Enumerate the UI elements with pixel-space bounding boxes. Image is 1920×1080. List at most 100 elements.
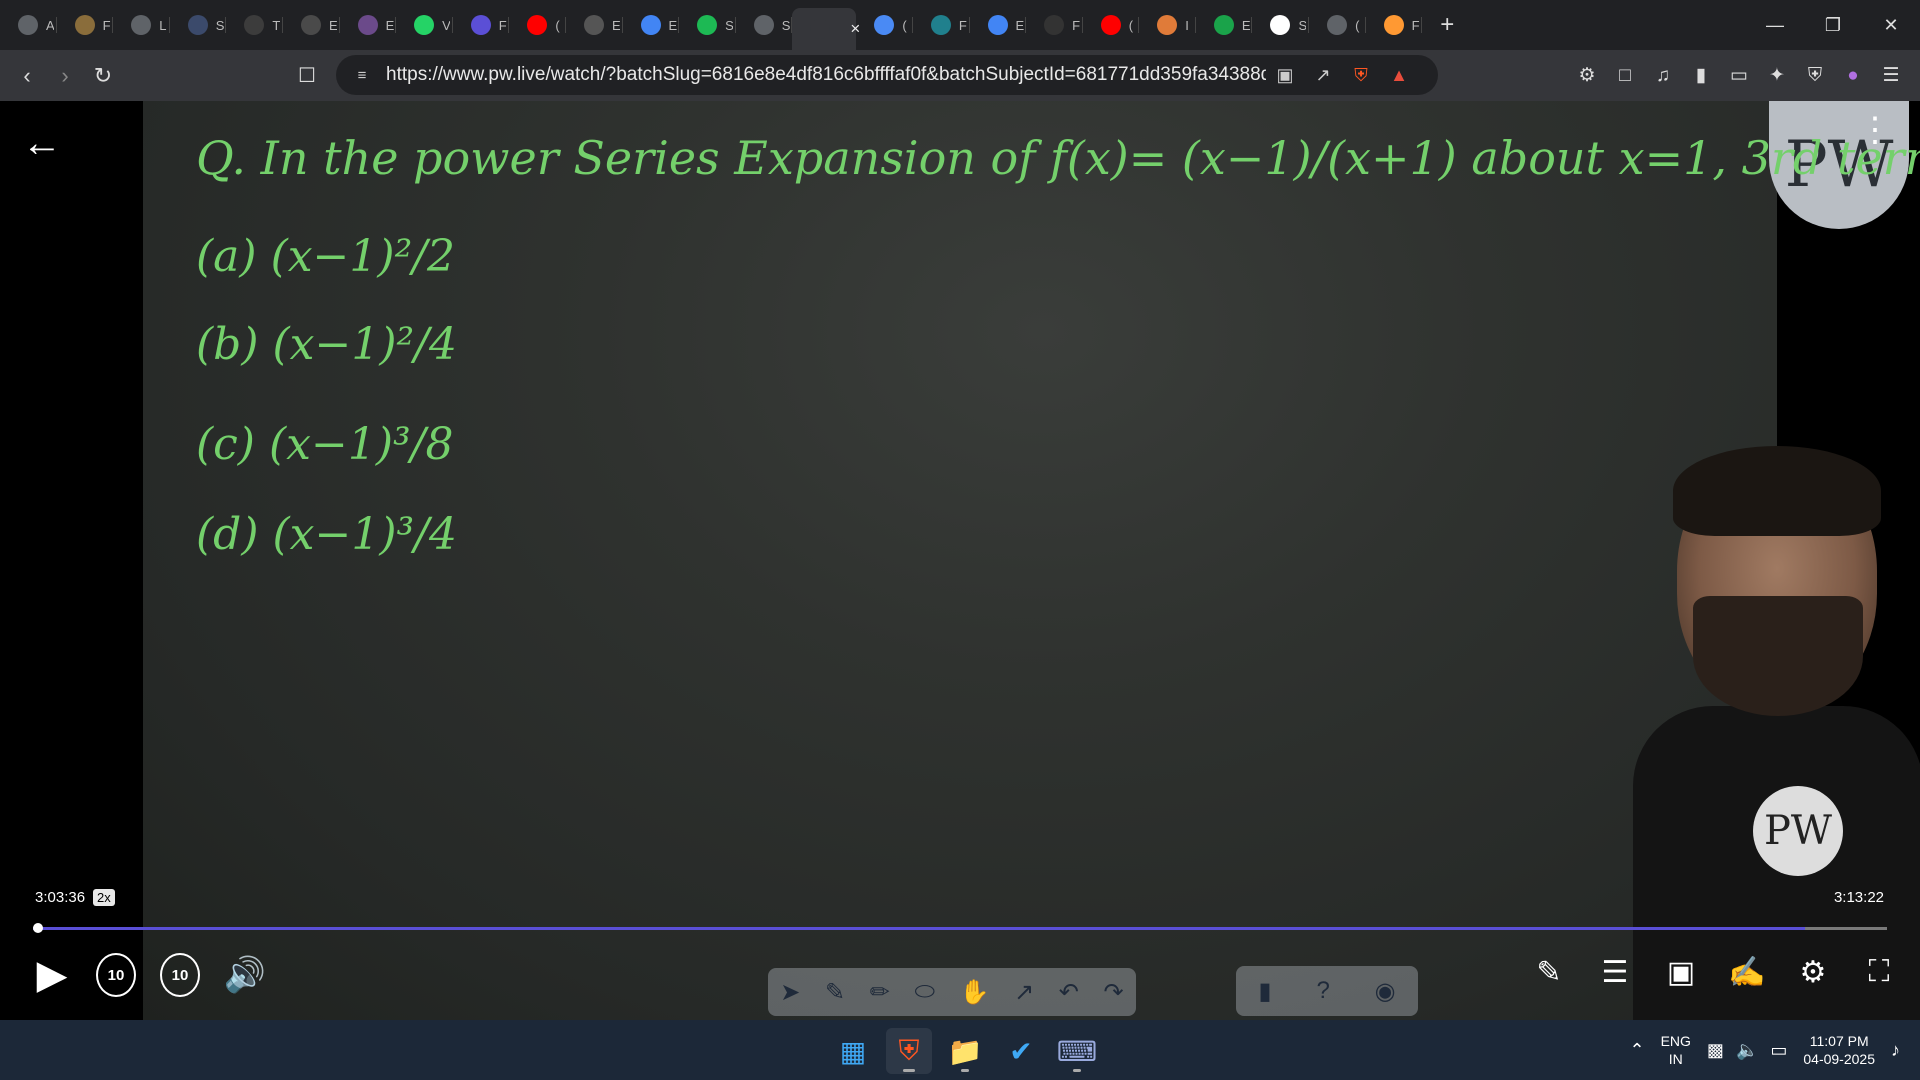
browser-tab[interactable]: A [0, 0, 57, 50]
url-text[interactable]: https://www.pw.live/watch/?batchSlug=681… [386, 64, 1266, 86]
menu-icon[interactable]: ☰ [1872, 64, 1910, 87]
site-info-icon[interactable]: ≡ [352, 67, 372, 84]
browser-tab[interactable]: F [453, 0, 510, 50]
more-options-icon[interactable]: ⋮ [1858, 113, 1892, 147]
browser-tab[interactable]: F [1366, 0, 1423, 50]
speaker-icon[interactable]: 🔈 [1730, 1040, 1764, 1061]
browser-tab[interactable]: I [1139, 0, 1196, 50]
notes-icon[interactable]: ✍ [1726, 951, 1768, 993]
window-controls: — ❐ ✕ [1746, 0, 1920, 50]
sidebar-icon[interactable]: ▮ [1682, 64, 1720, 87]
video-player[interactable]: PW PW Q. In the power Series Expansion o… [0, 101, 1920, 1020]
taskbar-apps: ▦ ⛨ 📁 ✔ ⌨ [830, 1028, 1100, 1074]
speed-badge[interactable]: 2x [93, 889, 115, 906]
option-label: (d) [196, 509, 259, 560]
clock[interactable]: 11:07 PM 04-09-2025 [1793, 1032, 1885, 1068]
leo-ai-icon[interactable]: ✦ [1758, 64, 1796, 87]
tab-label: E [1241, 17, 1250, 33]
todo-icon[interactable]: ✔ [998, 1028, 1044, 1074]
browser-tab[interactable]: E [623, 0, 680, 50]
wikipedia-icon [1270, 15, 1291, 35]
option-a: (a) (x−1)²/2 [196, 231, 455, 282]
rewind-10-button[interactable]: 10 [96, 953, 136, 997]
chart-icon [1213, 15, 1234, 35]
browser-tab[interactable]: E [566, 0, 623, 50]
reload-icon[interactable]: ↻ [84, 57, 122, 95]
restore-button[interactable]: ❐ [1804, 0, 1862, 50]
settings-gear-icon[interactable]: ⚙ [1792, 951, 1834, 993]
youtube-icon [527, 15, 548, 35]
fullscreen-icon[interactable]: ⛶ [1858, 951, 1900, 993]
back-arrow-icon[interactable]: ← [22, 121, 62, 166]
brave-browser-icon[interactable]: ⛨ [886, 1028, 932, 1074]
back-button[interactable]: ‹ [8, 57, 46, 95]
forward-button[interactable]: › [46, 57, 84, 95]
translate-icon[interactable]: ☰ [1594, 951, 1636, 993]
browser-tab[interactable]: S [736, 0, 793, 50]
browser-tab[interactable]: ( [856, 0, 913, 50]
keyboard-icon[interactable]: ⌨ [1054, 1028, 1100, 1074]
language-indicator[interactable]: ENG IN [1651, 1032, 1701, 1068]
brave-shield-icon[interactable]: ⛨ [1342, 65, 1380, 86]
browser-tab[interactable]: ( [1309, 0, 1366, 50]
w3-icon [244, 15, 265, 35]
browser-tab[interactable]: E [1196, 0, 1253, 50]
browser-tab[interactable]: E [970, 0, 1027, 50]
progress-bar[interactable] [33, 923, 1887, 933]
brave-rewards-icon[interactable]: ▲ [1380, 65, 1418, 86]
browser-tab[interactable]: F× [792, 8, 860, 50]
close-window-button[interactable]: ✕ [1862, 0, 1920, 50]
browser-tab[interactable]: ( [1083, 0, 1140, 50]
extensions-icon[interactable]: ⚙ [1568, 64, 1606, 87]
browser-tab[interactable]: E [283, 0, 340, 50]
browser-tab[interactable]: F [913, 0, 970, 50]
play-icon[interactable]: ▶ [32, 953, 72, 997]
picture-in-picture-icon[interactable]: ▣ [1660, 951, 1702, 993]
chat-icon[interactable]: ✎ [1528, 951, 1570, 993]
chevron-up-icon[interactable]: ⌃ [1623, 1040, 1650, 1061]
browser-tab[interactable]: F [1026, 0, 1083, 50]
tab-label: ( [1355, 17, 1360, 33]
browser-tab[interactable]: V [396, 0, 453, 50]
file-explorer-icon[interactable]: 📁 [942, 1028, 988, 1074]
bookmark-icon[interactable]: ☐ [288, 57, 326, 95]
tab-label: V [442, 17, 451, 33]
tab-label: E [385, 17, 394, 33]
tab-label: L [159, 17, 167, 33]
reader-mode-icon[interactable]: □ [1606, 65, 1644, 87]
share-icon[interactable]: ↗ [1304, 65, 1342, 86]
forward-10-button[interactable]: 10 [160, 953, 200, 997]
gemini-icon [874, 15, 895, 35]
notification-bell-icon[interactable]: ♪ [1885, 1040, 1906, 1061]
media-icon[interactable]: ♫ [1644, 65, 1682, 87]
option-text: (x−1)³/8 [268, 419, 454, 470]
browser-tab[interactable]: S [170, 0, 227, 50]
windows-start-icon[interactable]: ▦ [830, 1028, 876, 1074]
tab-label: S [725, 17, 734, 33]
clock-date: 04-09-2025 [1803, 1051, 1875, 1067]
battery-icon[interactable]: ▭ [1764, 1040, 1793, 1061]
tab-label: S [1298, 17, 1307, 33]
globe-icon [1327, 15, 1348, 35]
minimize-button[interactable]: — [1746, 0, 1804, 50]
browser-tab[interactable]: ( [509, 0, 566, 50]
address-bar[interactable]: ≡ https://www.pw.live/watch/?batchSlug=6… [336, 55, 1438, 95]
profile-icon[interactable]: ● [1834, 65, 1872, 87]
browser-tab[interactable]: T [226, 0, 283, 50]
system-tray: ⌃ ENG IN ▩ 🔈 ▭ 11:07 PM 04-09-2025 ♪ [1623, 1020, 1920, 1080]
browser-tab[interactable]: L [113, 0, 170, 50]
pointer-icon: ➤ [780, 978, 801, 1006]
wallet-icon[interactable]: ▭ [1720, 64, 1758, 87]
browser-tab[interactable]: E [340, 0, 397, 50]
browser-tab[interactable]: S [1252, 0, 1309, 50]
vpn-icon[interactable]: ⛨ [1796, 65, 1834, 87]
volume-icon[interactable]: 🔊 [220, 953, 270, 997]
network-icon[interactable]: ▩ [1701, 1040, 1730, 1061]
flag-icon [1383, 15, 1404, 35]
undo-icon: ↶ [1058, 978, 1079, 1006]
new-tab-button[interactable]: + [1440, 11, 1470, 39]
option-c: (c) (x−1)³/8 [196, 419, 453, 470]
browser-tab[interactable]: S [679, 0, 736, 50]
browser-tab[interactable]: F [57, 0, 114, 50]
cast-icon[interactable]: ▣ [1266, 65, 1304, 86]
